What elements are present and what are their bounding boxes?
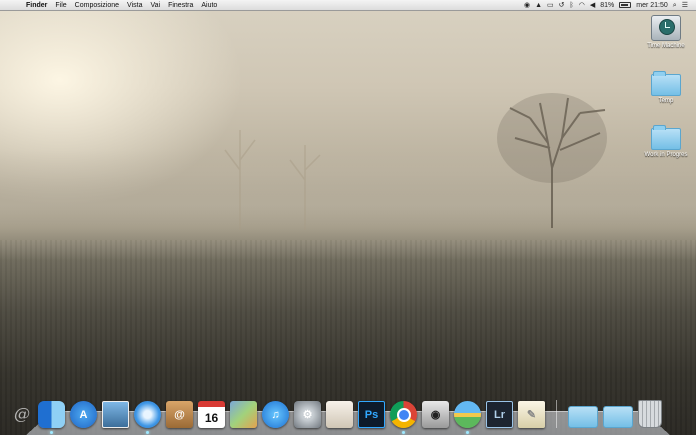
spotlight-icon[interactable]: ⌕ (673, 0, 677, 11)
timemachine-icon[interactable]: ↺ (559, 0, 565, 11)
lightroom-icon[interactable]: Lr (486, 401, 513, 428)
bluetooth-icon[interactable]: ᛒ (570, 0, 574, 11)
clock[interactable]: mer 21:50 (636, 0, 668, 11)
camera-icon[interactable]: ◉ (422, 401, 449, 428)
notification-center-icon[interactable]: ☰ (682, 0, 688, 11)
downloads-folder-icon[interactable] (568, 406, 598, 428)
chrome-icon[interactable] (390, 401, 417, 434)
bell-icon[interactable]: ▲ (535, 0, 542, 11)
desktop-icon-temp[interactable]: Temp (638, 71, 694, 104)
eye-icon[interactable]: ◉ (524, 0, 530, 11)
dock: A @ 16 ♫ ⚙ Ps ◉ Lr ✎ (38, 394, 662, 434)
running-indicator (402, 431, 405, 434)
status-area: ◉ ▲ ▭ ↺ ᛒ ◠ ◀ 81% mer 21:50 ⌕ ☰ (524, 0, 696, 11)
app-store-icon[interactable]: A (70, 401, 97, 428)
contacts-icon[interactable]: @ (166, 401, 193, 428)
folder-icon (651, 125, 681, 150)
menu-help[interactable]: Aiuto (197, 0, 221, 11)
menu-go[interactable]: Vai (146, 0, 164, 11)
desktop-icon-label: Work in Progres (644, 152, 688, 158)
menu-view[interactable]: Vista (123, 0, 146, 11)
battery-icon[interactable] (619, 2, 632, 8)
trash-icon[interactable] (638, 400, 662, 428)
itunes-icon[interactable]: ♫ (262, 401, 289, 428)
menu-edit[interactable]: Composizione (71, 0, 123, 11)
system-preferences-icon[interactable]: ⚙ (294, 401, 321, 428)
volume-icon[interactable]: ◀ (590, 0, 595, 11)
menu-file[interactable]: File (51, 0, 70, 11)
running-indicator (50, 431, 53, 434)
menu-app-name[interactable]: Finder (22, 0, 51, 11)
dock-separator (556, 400, 557, 428)
desktop-icon-time-machine[interactable]: Time Machine (638, 15, 694, 49)
dock-left-glyph-icon: @ (14, 404, 30, 423)
ibooks-icon[interactable] (326, 401, 353, 428)
photoshop-icon[interactable]: Ps (358, 401, 385, 428)
safari-icon[interactable] (134, 401, 161, 434)
menu-bar: Finder File Composizione Vista Vai Fines… (0, 0, 696, 11)
desktop-icon-work-in-progress[interactable]: Work in Progres (638, 125, 694, 158)
preview-icon[interactable] (102, 401, 129, 428)
calendar-icon[interactable]: 16 (198, 401, 225, 428)
battery-percent[interactable]: 81% (600, 0, 614, 11)
running-indicator (146, 431, 149, 434)
wifi-icon[interactable]: ◠ (579, 0, 585, 11)
menu-window[interactable]: Finestra (164, 0, 197, 11)
running-indicator (466, 431, 469, 434)
time-machine-disk-icon (651, 15, 681, 41)
wallpaper-tree-faint (224, 130, 321, 230)
textedit-icon[interactable]: ✎ (518, 401, 545, 428)
finder-icon[interactable] (38, 401, 65, 434)
clipboard-icon[interactable]: ▭ (547, 0, 554, 11)
desktop-icon-label: Temp (658, 98, 674, 104)
maps-icon[interactable] (454, 401, 481, 434)
documents-folder-icon[interactable] (603, 406, 633, 428)
desktop-icon-label: Time Machine (647, 43, 685, 49)
folder-icon (651, 71, 681, 96)
photo-icon[interactable] (230, 401, 257, 428)
wallpaper-tree (497, 93, 607, 228)
